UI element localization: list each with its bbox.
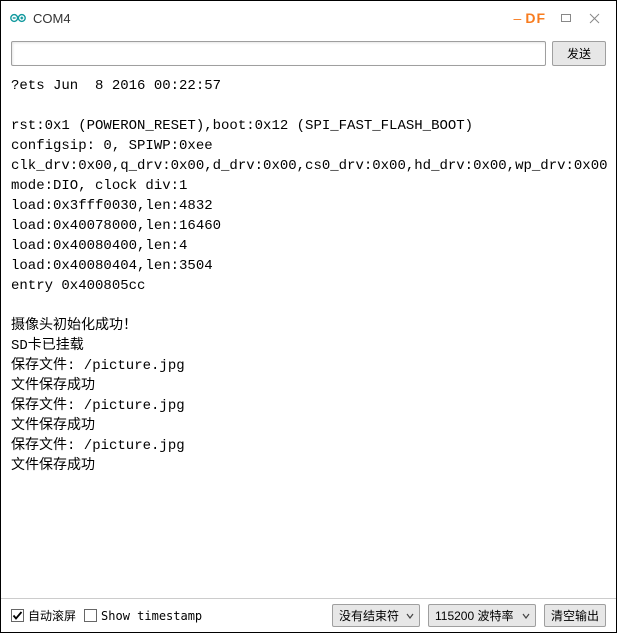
serial-output[interactable]: ?ets Jun 8 2016 00:22:57 rst:0x1 (POWERO… (1, 72, 616, 598)
timestamp-label: Show timestamp (101, 609, 202, 623)
autoscroll-checkbox[interactable]: 自动滚屏 (11, 607, 76, 624)
baud-rate-select[interactable]: 115200 波特率 (428, 604, 536, 627)
chevron-down-icon (406, 609, 414, 623)
send-bar: 发送 (1, 35, 616, 72)
autoscroll-label: 自动滚屏 (28, 607, 76, 624)
baud-rate-value: 115200 波特率 (435, 607, 514, 624)
bottom-bar: 自动滚屏 Show timestamp 没有结束符 115200 波特率 清空输… (1, 598, 616, 632)
brand-dash: – (514, 10, 522, 26)
arduino-icon (9, 9, 27, 27)
serial-input[interactable] (11, 41, 546, 66)
chevron-down-icon (522, 609, 530, 623)
clear-output-button[interactable]: 清空输出 (544, 604, 606, 627)
close-button[interactable] (580, 7, 608, 29)
checkbox-box-icon (84, 609, 97, 622)
window-title: COM4 (33, 11, 71, 26)
timestamp-checkbox[interactable]: Show timestamp (84, 609, 202, 623)
serial-monitor-window: COM4 – DF 发送 ?ets Jun 8 2016 00:22:57 rs… (0, 0, 617, 633)
line-ending-value: 没有结束符 (339, 607, 399, 624)
titlebar: COM4 – DF (1, 1, 616, 35)
brand-label: DF (525, 10, 546, 26)
maximize-button[interactable] (552, 7, 580, 29)
line-ending-select[interactable]: 没有结束符 (332, 604, 420, 627)
send-button[interactable]: 发送 (552, 41, 606, 66)
checkbox-box-icon (11, 609, 24, 622)
